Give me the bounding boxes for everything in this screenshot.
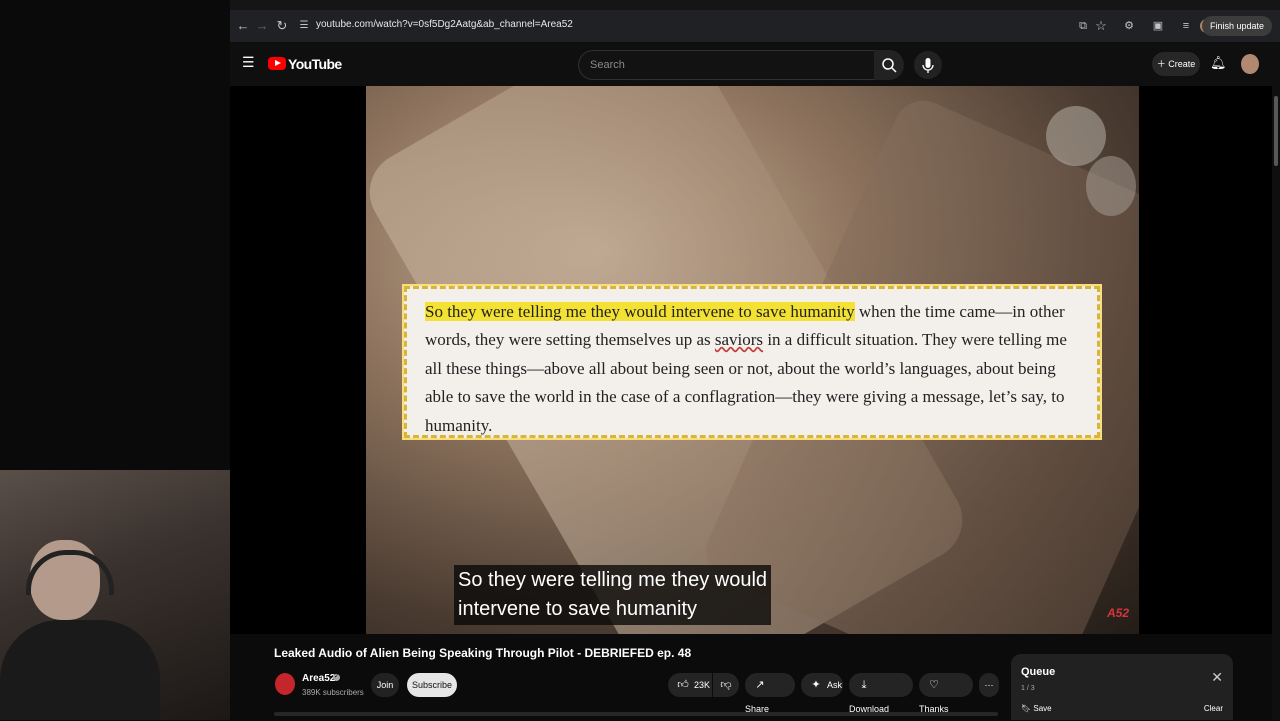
queue-count: 1 / 3 xyxy=(1021,685,1035,692)
scrollbar-thumb[interactable] xyxy=(1274,96,1278,166)
webcam-overlay xyxy=(0,470,230,720)
search-icon xyxy=(882,58,897,73)
create-button[interactable]: ＋ Create xyxy=(1152,52,1200,76)
browser-toolbar: ← → ↻ ☰ youtube.com/watch?v=0sf5Dg2Aatg&… xyxy=(230,10,1280,42)
bookmark-star-icon[interactable]: ☆ xyxy=(1093,18,1109,34)
bookmark-icon: 🔖︎ xyxy=(1021,704,1032,713)
quote-card: So they were telling me they would inter… xyxy=(404,286,1100,438)
video-background-typewriter-key xyxy=(1086,156,1136,216)
queue-title: Queue xyxy=(1021,666,1056,678)
youtube-logo-icon[interactable] xyxy=(268,57,286,70)
more-dots-icon: ⋯ xyxy=(984,680,994,690)
ask-button[interactable]: ✦ Ask xyxy=(801,673,843,697)
quote-text: So they were telling me they would inter… xyxy=(425,298,1075,440)
hamburger-menu-icon[interactable]: ☰ xyxy=(242,55,256,69)
video-player[interactable]: So they were telling me they would inter… xyxy=(366,86,1139,634)
reading-list-icon[interactable]: ≡ xyxy=(1178,18,1194,34)
create-label: Create xyxy=(1168,59,1196,69)
search-button[interactable] xyxy=(874,50,904,80)
channel-watermark: A52 xyxy=(1106,606,1129,620)
download-icon: ⤓ xyxy=(861,679,867,691)
queue-panel: Queue 1 / 3 ✕ 🔖︎ Save Clear xyxy=(1011,654,1233,720)
search-box[interactable] xyxy=(578,50,875,80)
download-button[interactable]: ⤓Download xyxy=(849,673,913,714)
microphone-icon xyxy=(922,58,934,73)
finish-update-button[interactable]: Finish update xyxy=(1201,16,1272,36)
thanks-heart-icon: ♡ xyxy=(929,679,939,691)
channel-avatar[interactable] xyxy=(275,673,295,695)
plus-icon: ＋ xyxy=(1156,59,1166,69)
search-input[interactable] xyxy=(588,58,852,72)
close-icon[interactable]: ✕ xyxy=(1211,670,1223,684)
caption-line: intervene to save humanity xyxy=(458,598,698,620)
queue-save-button[interactable]: 🔖︎ Save xyxy=(1021,704,1052,713)
reload-icon[interactable]: ↻ xyxy=(274,18,290,34)
subscribe-button[interactable]: Subscribe xyxy=(407,673,457,697)
channel-name[interactable]: Area52 xyxy=(302,673,335,684)
sidepanel-icon[interactable]: ▣ xyxy=(1150,18,1166,34)
queue-clear-button[interactable]: Clear xyxy=(1204,704,1223,713)
like-button[interactable]: 👍︎ 23K xyxy=(668,673,712,697)
browser-tab-strip xyxy=(230,0,1280,10)
dislike-button[interactable]: 👎︎ xyxy=(713,673,739,697)
forward-arrow-icon[interactable]: → xyxy=(254,18,270,34)
voice-search-button[interactable] xyxy=(914,51,942,79)
join-button[interactable]: Join xyxy=(371,673,399,697)
share-arrow-icon: ↗ xyxy=(755,679,765,691)
sparkle-icon: ✦ xyxy=(811,679,821,691)
page-scrollbar[interactable] xyxy=(1272,86,1280,720)
verified-check-icon: ✓ xyxy=(333,674,340,681)
thumbs-down-icon: 👎︎ xyxy=(720,679,732,691)
video-caption: So they were telling me they would inter… xyxy=(454,565,772,625)
description-box-edge xyxy=(274,712,998,716)
like-count: 23K xyxy=(694,680,711,690)
subscriber-count: 389K subscribers xyxy=(302,688,364,697)
notifications-bell-icon[interactable]: 🔔︎ xyxy=(1210,55,1227,71)
extensions-icon[interactable]: ⚙ xyxy=(1121,18,1137,34)
back-arrow-icon[interactable]: ← xyxy=(235,18,251,34)
share-button[interactable]: ↗Share xyxy=(745,673,795,714)
quote-highlighted-text: So they were telling me they would inter… xyxy=(425,302,855,321)
video-background-typewriter-key xyxy=(1046,106,1106,166)
thanks-button[interactable]: ♡Thanks xyxy=(919,673,973,714)
address-bar[interactable]: youtube.com/watch?v=0sf5Dg2Aatg&ab_chann… xyxy=(316,19,573,30)
caption-line: So they were telling me they would xyxy=(458,569,768,591)
site-info-icon[interactable]: ☰ xyxy=(296,18,312,34)
queue-save-label: Save xyxy=(1033,704,1052,713)
webcam-person-body xyxy=(0,620,160,720)
account-avatar[interactable] xyxy=(1241,54,1259,74)
ask-label: Ask xyxy=(827,680,843,690)
youtube-header: ☰ YouTube ＋ Create 🔔︎ xyxy=(230,42,1280,86)
video-title: Leaked Audio of Alien Being Speaking Thr… xyxy=(274,646,692,660)
more-actions-button[interactable]: ⋯ xyxy=(979,673,999,697)
quote-misspelled-word: saviors xyxy=(714,330,764,350)
install-icon[interactable]: ⧉ xyxy=(1075,18,1091,34)
youtube-logo-text[interactable]: YouTube xyxy=(288,56,342,72)
thumbs-up-icon: 👍︎ xyxy=(677,679,689,691)
